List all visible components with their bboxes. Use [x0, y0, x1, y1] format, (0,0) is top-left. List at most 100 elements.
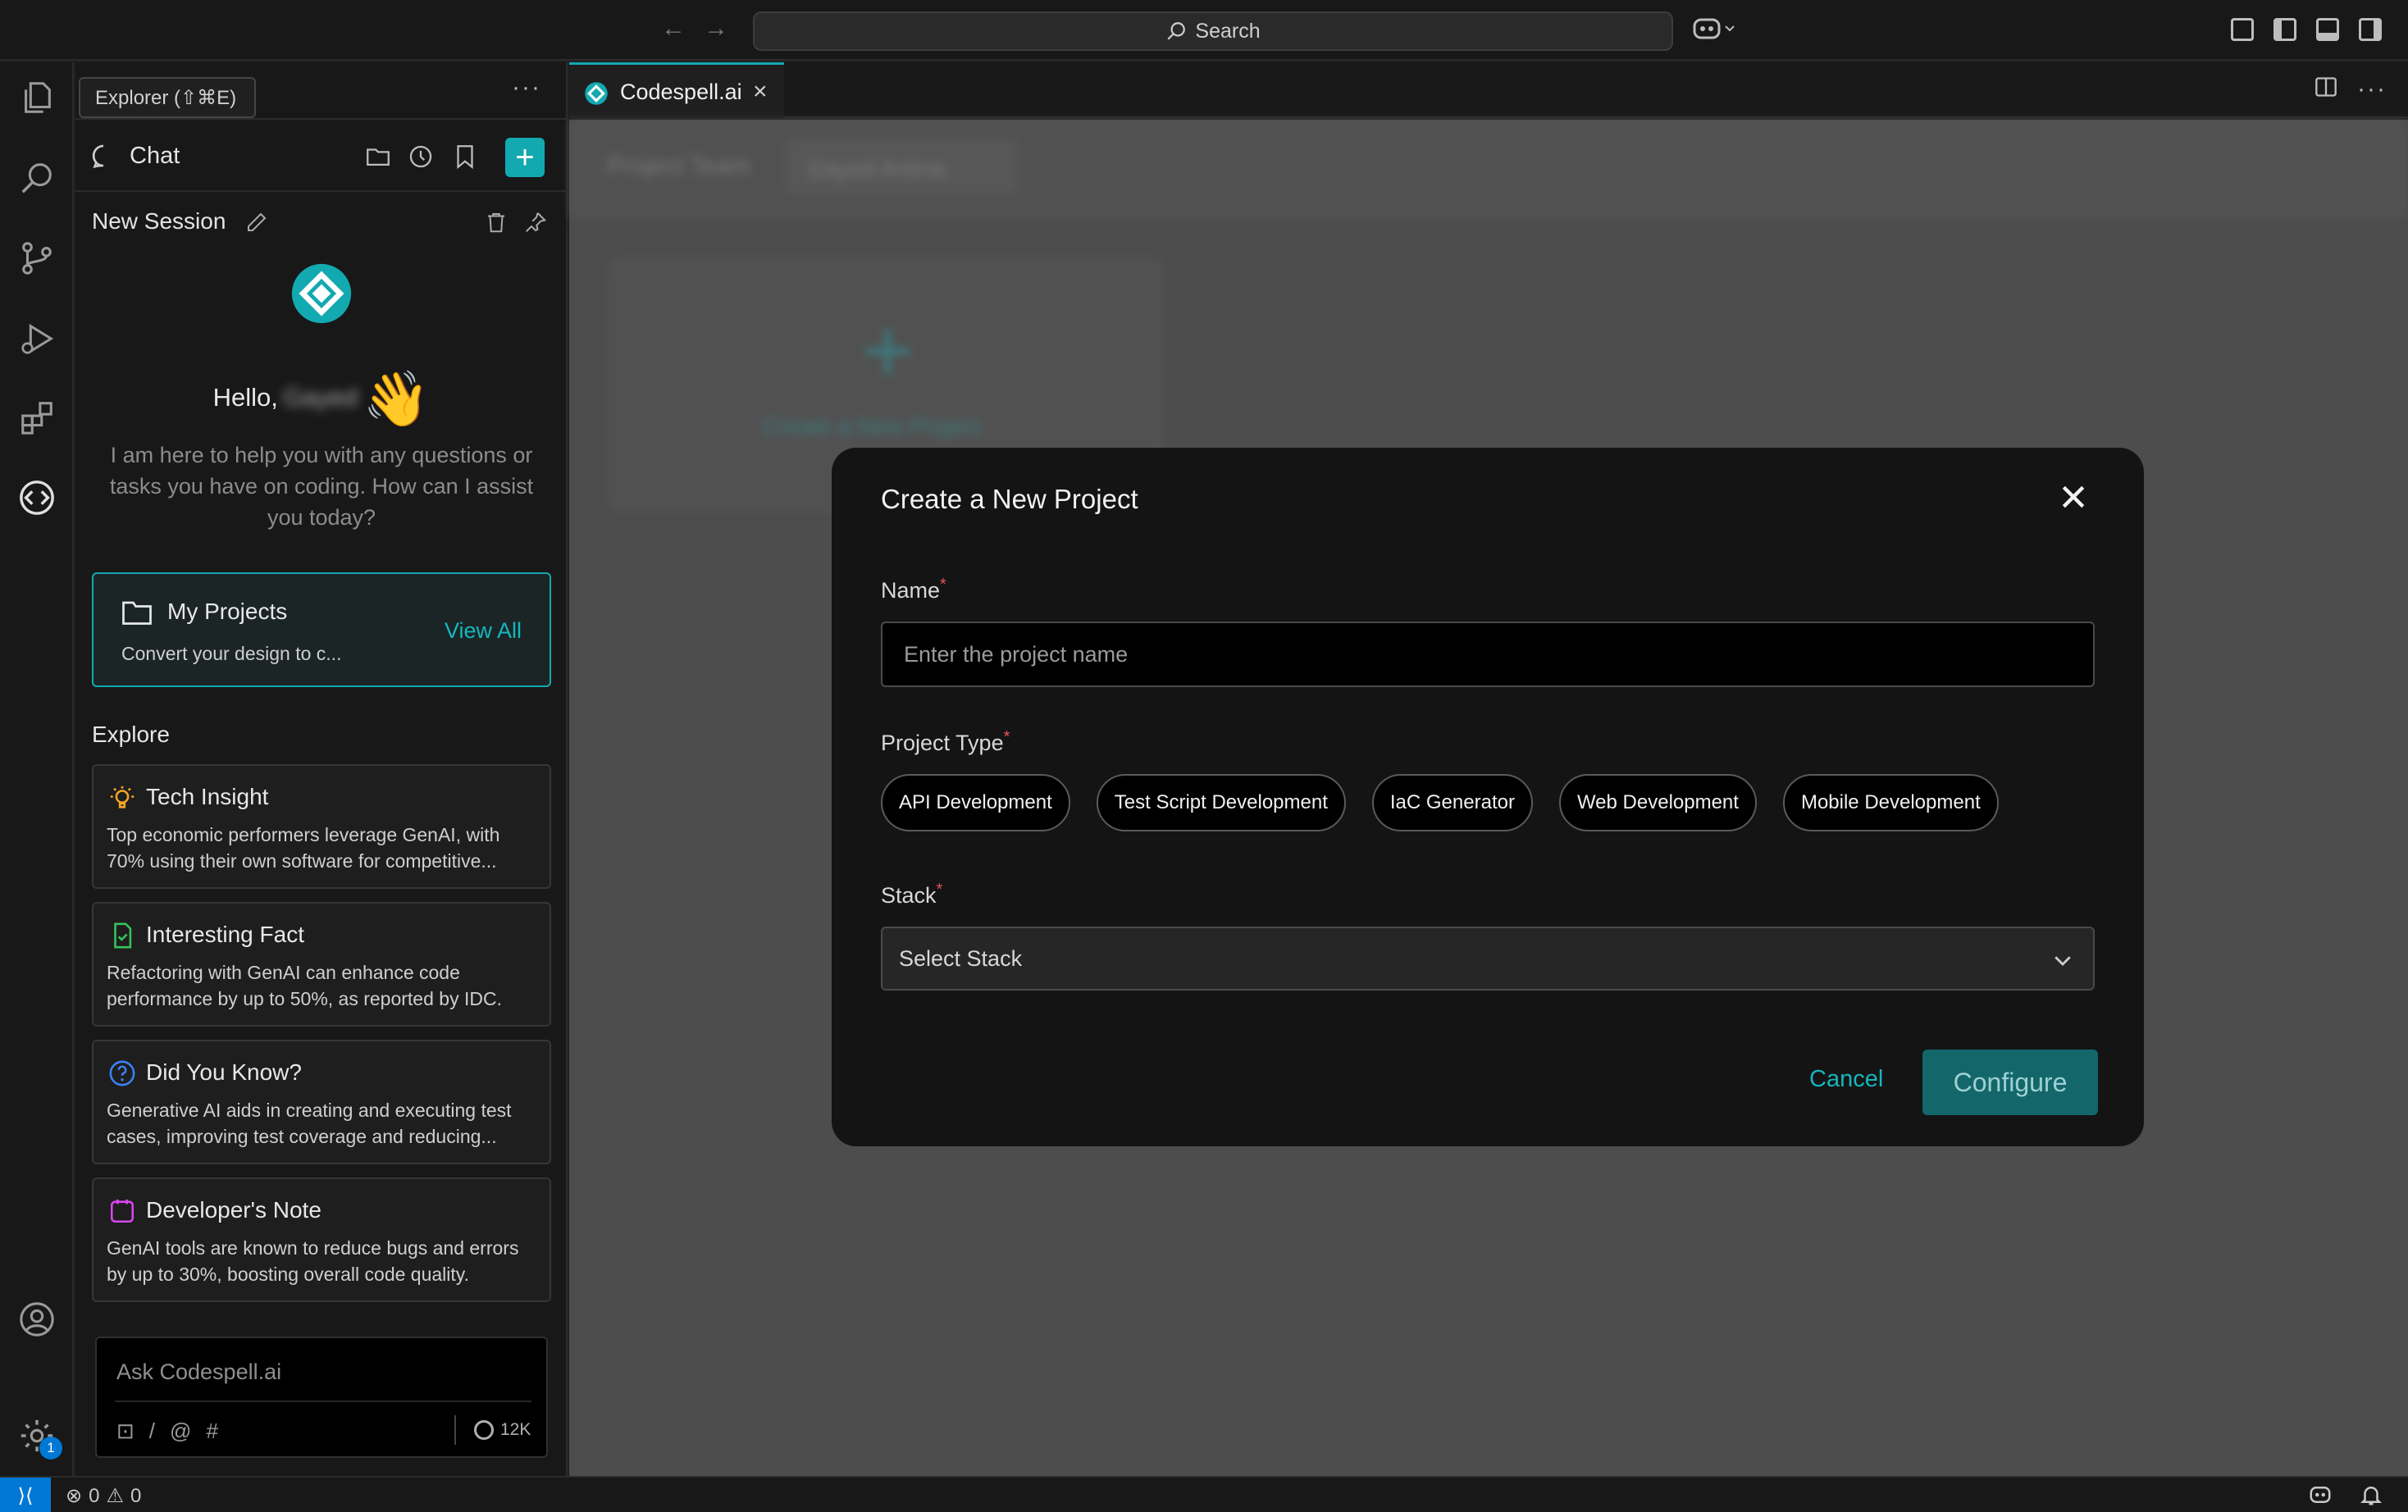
source-control-icon[interactable] [18, 239, 56, 277]
configure-button[interactable]: Configure [1922, 1050, 2098, 1115]
codespell-logo-icon [291, 263, 352, 324]
toggle-secondary-sidebar-icon[interactable] [2359, 18, 2382, 41]
greeting-text: Hello, [212, 383, 278, 412]
explore-card-did-you-know[interactable]: Did You Know? Generative AI aids in crea… [92, 1040, 551, 1164]
close-icon[interactable] [2057, 480, 2090, 513]
required-mark: * [940, 576, 946, 594]
tab-close-icon[interactable]: × [753, 78, 768, 106]
command-search-box[interactable]: Search [753, 11, 1673, 51]
chip-iac-generator[interactable]: IaC Generator [1371, 774, 1533, 831]
explore-card-tech-insight[interactable]: Tech Insight Top economic performers lev… [92, 764, 551, 889]
remote-indicator-icon[interactable]: ⟩⟨ [0, 1478, 51, 1512]
codespell-icon[interactable] [18, 479, 56, 517]
bookmark-icon[interactable] [451, 143, 479, 171]
name-label: Name* [881, 576, 946, 603]
greeting: Hello, Gayed👋 [75, 367, 568, 431]
explorer-icon[interactable] [18, 79, 56, 116]
cancel-button[interactable]: Cancel [1809, 1066, 1883, 1093]
more-actions-icon[interactable]: ··· [512, 74, 541, 102]
card-text: Refactoring with GenAI can enhance code … [107, 962, 502, 1009]
notifications-bell-icon[interactable] [2359, 1482, 2383, 1511]
project-team-bar: Project Team Gayed Antina [569, 120, 2408, 218]
card-title: Tech Insight [146, 784, 269, 809]
problems-indicator[interactable]: ⊗ 0 ⚠ 0 [66, 1484, 141, 1508]
copilot-status-icon[interactable] [2308, 1482, 2333, 1511]
settings-update-badge: 1 [39, 1437, 62, 1460]
card-text: GenAI tools are known to reduce bugs and… [107, 1237, 519, 1285]
stack-label: Stack* [881, 881, 942, 909]
attach-image-icon[interactable]: ⊡ [116, 1419, 135, 1444]
chat-header: Chat + [75, 118, 568, 192]
required-mark: * [936, 881, 943, 899]
intro-text: I am here to help you with any questions… [109, 443, 534, 530]
ask-placeholder: Ask Codespell.ai [116, 1359, 282, 1384]
history-icon[interactable] [407, 143, 435, 171]
account-icon[interactable] [18, 1300, 56, 1338]
split-editor-icon[interactable] [2315, 75, 2337, 105]
project-type-chips: API Development Test Script Development … [881, 774, 1999, 831]
tab-label: Codespell.ai [620, 80, 742, 104]
chip-mobile-development[interactable]: Mobile Development [1782, 774, 1999, 831]
card-text: Top economic performers leverage GenAI, … [107, 824, 500, 872]
view-all-link[interactable]: View All [445, 618, 522, 644]
stack-label-text: Stack [881, 883, 937, 908]
run-debug-icon[interactable] [18, 320, 56, 358]
editor-more-icon[interactable]: ··· [2357, 75, 2387, 103]
toggle-panel-icon[interactable] [2316, 18, 2339, 41]
my-projects-card[interactable]: My Projects Convert your design to c... … [92, 572, 551, 687]
back-arrow-icon[interactable]: ← [661, 15, 686, 43]
extensions-icon[interactable] [18, 398, 56, 436]
chip-api-development[interactable]: API Development [881, 774, 1070, 831]
slash-command-icon[interactable]: / [149, 1419, 155, 1444]
edit-session-icon[interactable] [244, 210, 269, 235]
create-project-text: Create a New Project [763, 413, 982, 439]
delete-session-icon[interactable] [484, 210, 509, 235]
session-title: New Session [92, 208, 226, 234]
ask-input-box[interactable]: Ask Codespell.ai ⊡ / @ # 12K [95, 1337, 548, 1458]
search-icon[interactable] [18, 159, 56, 197]
explore-heading: Explore [92, 722, 170, 747]
project-name-input[interactable] [881, 622, 2095, 687]
tab-codespell[interactable]: Codespell.ai × [569, 62, 784, 118]
card-title: Did You Know? [146, 1059, 302, 1085]
error-icon: ⊗ [66, 1485, 83, 1507]
hashtag-icon[interactable]: # [206, 1419, 217, 1444]
project-type-label-text: Project Type [881, 731, 1004, 755]
search-label: Search [1195, 19, 1261, 43]
stack-select[interactable]: Select Stack [881, 927, 2095, 991]
project-team-label: Project Team [607, 153, 750, 180]
card-title: Developer's Note [146, 1197, 322, 1223]
my-projects-title: My Projects [167, 599, 288, 624]
chip-test-script-development[interactable]: Test Script Development [1096, 774, 1346, 831]
mention-icon[interactable]: @ [170, 1419, 191, 1444]
copilot-icon[interactable] [1693, 16, 1737, 47]
warning-icon: ⚠ [106, 1485, 124, 1507]
divider [454, 1415, 456, 1445]
explore-card-interesting-fact[interactable]: Interesting Fact Refactoring with GenAI … [92, 902, 551, 1027]
toggle-primary-sidebar-icon[interactable] [2273, 18, 2296, 41]
project-type-label: Project Type* [881, 728, 1010, 756]
folder-icon[interactable] [364, 143, 392, 171]
warning-count: 0 [130, 1484, 142, 1507]
new-chat-button[interactable]: + [505, 138, 545, 177]
error-count: 0 [89, 1484, 100, 1507]
customize-layout-icon[interactable] [2231, 18, 2254, 41]
lightbulb-icon [110, 786, 135, 808]
token-count: 12K [500, 1420, 531, 1439]
name-label-text: Name [881, 578, 941, 603]
note-icon [110, 1199, 135, 1223]
chat-title: Chat [130, 143, 180, 169]
explore-card-developers-note[interactable]: Developer's Note GenAI tools are known t… [92, 1177, 551, 1302]
question-icon [109, 1060, 135, 1086]
ask-tools: ⊡ / @ # [116, 1419, 218, 1444]
waving-hand-icon: 👋 [363, 368, 431, 429]
chip-web-development[interactable]: Web Development [1558, 774, 1757, 831]
status-bar: ⟩⟨ ⊗ 0 ⚠ 0 [0, 1476, 2408, 1512]
editor-tab-bar: Codespell.ai × [569, 62, 2408, 118]
pin-session-icon[interactable] [523, 210, 548, 235]
card-text: Generative AI aids in creating and execu… [107, 1100, 512, 1147]
folder-icon [122, 601, 152, 625]
card-title: Interesting Fact [146, 922, 304, 947]
chevron-down-icon [2055, 956, 2071, 966]
forward-arrow-icon[interactable]: → [704, 15, 728, 43]
